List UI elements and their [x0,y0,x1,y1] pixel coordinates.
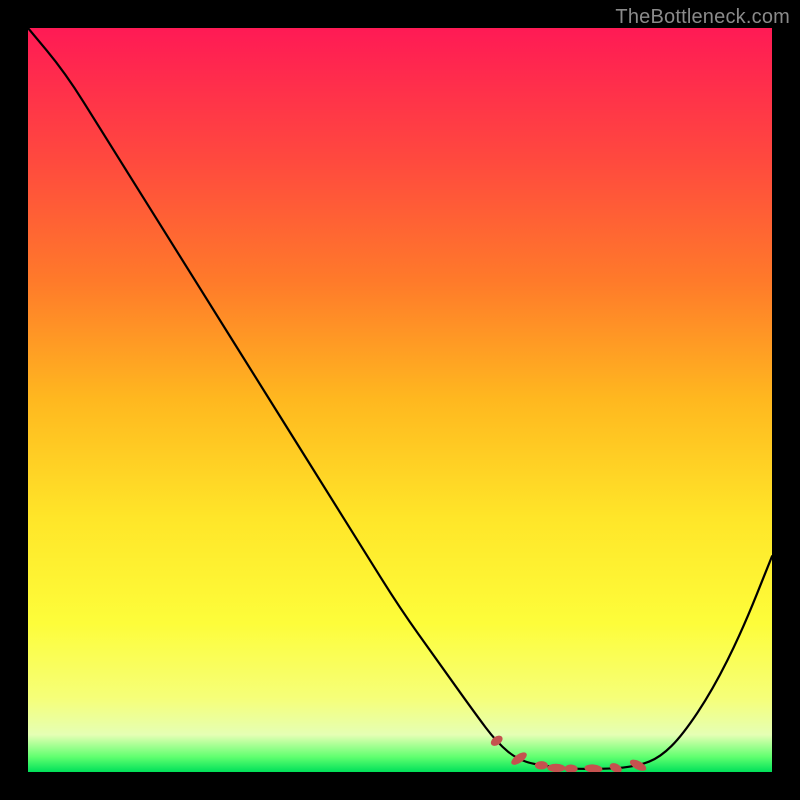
bottleneck-curve [28,28,772,769]
curve-marker [535,761,548,770]
curve-marker [509,750,529,767]
plot-area [28,28,772,772]
chart-container: TheBottleneck.com [0,0,800,800]
curve-marker [584,764,603,772]
chart-svg [28,28,772,772]
curve-marker [608,761,623,772]
curve-marker [547,764,565,772]
curve-markers [489,734,648,772]
curve-marker [564,764,577,772]
curve-marker [628,757,648,772]
watermark-text: TheBottleneck.com [615,6,790,29]
